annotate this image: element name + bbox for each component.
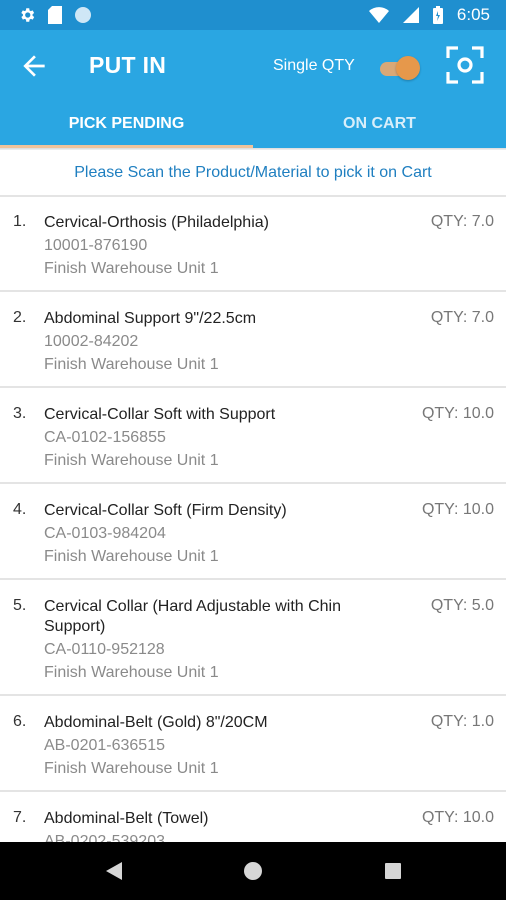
status-bar: 6:05: [0, 0, 506, 30]
scan-instruction-text: Please Scan the Product/Material to pick…: [74, 164, 432, 181]
signal-icon: [402, 7, 419, 23]
item-number: 2.: [13, 309, 27, 326]
page-title: PUT IN: [89, 52, 167, 78]
item-qty: QTY: 7.0: [430, 309, 494, 326]
toggle-thumb: [396, 56, 420, 80]
list-item[interactable]: 2. Abdominal Support 9"/22.5cm QTY: 7.0 …: [0, 292, 506, 388]
item-number: 1.: [13, 213, 27, 230]
item-name: Cervical-Collar Soft (Firm Density): [44, 502, 287, 519]
tab-bar: PICK PENDING ON CART: [0, 100, 506, 148]
system-nav-bar: [0, 842, 506, 900]
back-triangle-icon: [106, 862, 122, 880]
home-circle-icon: [244, 862, 262, 880]
recents-square-icon: [385, 863, 401, 879]
item-number: 6.: [13, 713, 27, 730]
item-number: 7.: [13, 809, 27, 826]
list-item[interactable]: 5. Cervical Collar (Hard Adjustable with…: [0, 580, 506, 696]
status-left-icons: [18, 6, 92, 24]
item-location: Finish Warehouse Unit 1: [44, 664, 219, 681]
item-qty: QTY: 5.0: [430, 597, 494, 614]
item-qty: QTY: 10.0: [421, 809, 494, 826]
battery-icon: [432, 6, 443, 24]
item-location: Finish Warehouse Unit 1: [44, 548, 219, 565]
list-item[interactable]: 3. Cervical-Collar Soft with Support QTY…: [0, 388, 506, 484]
status-time: 6:05: [456, 5, 490, 24]
item-location: Finish Warehouse Unit 1: [44, 260, 219, 277]
item-name: Cervical-Collar Soft with Support: [44, 406, 276, 423]
item-qty: QTY: 10.0: [421, 405, 494, 422]
item-qty: QTY: 1.0: [430, 713, 494, 730]
scan-button[interactable]: [445, 45, 485, 85]
list-item[interactable]: 4. Cervical-Collar Soft (Firm Density) Q…: [0, 484, 506, 580]
gear-icon: [21, 8, 35, 22]
item-qty: QTY: 10.0: [421, 501, 494, 518]
item-code: CA-0102-156855: [44, 429, 166, 446]
single-qty-toggle[interactable]: [378, 55, 420, 81]
app-bar: PUT IN Single QTY: [0, 30, 506, 100]
item-name: Cervical Collar (Hard Adjustable with Ch…: [44, 598, 342, 635]
item-code: 10001-876190: [44, 237, 148, 254]
item-name: Abdominal Support 9"/22.5cm: [44, 310, 257, 327]
nav-recents-button[interactable]: [363, 842, 423, 900]
scan-instruction: Please Scan the Product/Material to pick…: [0, 150, 506, 196]
item-location: Finish Warehouse Unit 1: [44, 760, 219, 777]
single-qty-label: Single QTY: [273, 57, 355, 74]
status-right-icons: 6:05: [368, 5, 490, 25]
item-name: Abdominal-Belt (Towel): [44, 810, 209, 827]
item-name: Abdominal-Belt (Gold) 8"/20CM: [44, 714, 268, 731]
item-code: CA-0110-952128: [44, 641, 165, 658]
tab-on-cart[interactable]: ON CART: [253, 100, 506, 148]
item-code: CA-0103-984204: [44, 525, 166, 542]
item-code: AB-0201-636515: [44, 737, 165, 754]
tab-pick-pending[interactable]: PICK PENDING: [0, 100, 253, 148]
item-code: 10002-84202: [44, 333, 139, 350]
pending-list: 1. Cervical-Orthosis (Philadelphia) QTY:…: [0, 196, 506, 886]
item-qty: QTY: 7.0: [430, 213, 494, 230]
nav-home-button[interactable]: [223, 842, 283, 900]
item-location: Finish Warehouse Unit 1: [44, 452, 219, 469]
item-name: Cervical-Orthosis (Philadelphia): [44, 214, 269, 231]
tab-pick-pending-label: PICK PENDING: [68, 115, 185, 132]
wifi-icon: [368, 7, 389, 23]
list-item[interactable]: 6. Abdominal-Belt (Gold) 8"/20CM QTY: 1.…: [0, 696, 506, 792]
nav-back-button[interactable]: [84, 842, 144, 900]
sim-card-icon: [48, 6, 62, 24]
item-number: 4.: [13, 501, 27, 518]
back-arrow-icon: [23, 55, 45, 77]
item-location: Finish Warehouse Unit 1: [44, 356, 219, 373]
item-number: 3.: [13, 405, 27, 422]
tab-on-cart-label: ON CART: [343, 115, 416, 132]
list-item[interactable]: 1. Cervical-Orthosis (Philadelphia) QTY:…: [0, 196, 506, 292]
scan-icon: [446, 46, 484, 84]
back-button[interactable]: [18, 50, 50, 82]
item-number: 5.: [13, 597, 27, 614]
circle-icon: [75, 7, 91, 23]
